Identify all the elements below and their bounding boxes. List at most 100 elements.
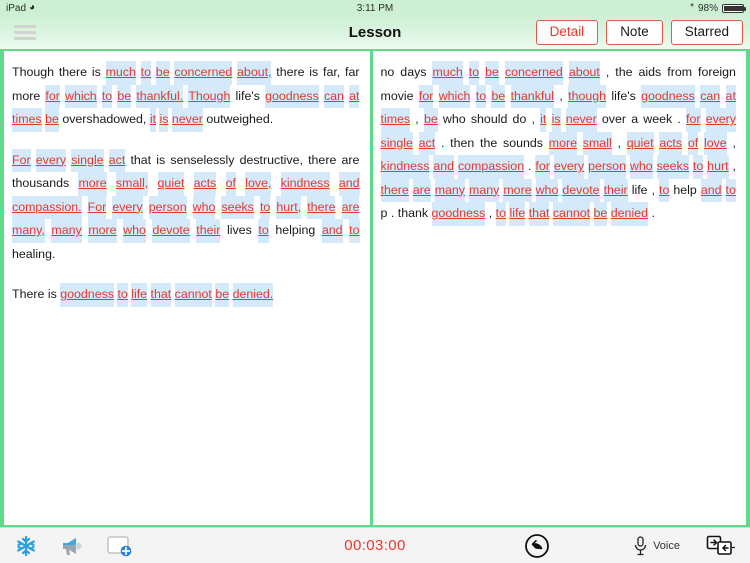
highlighted-word[interactable]: which <box>65 84 97 108</box>
word[interactable]: lives <box>227 219 252 243</box>
highlighted-word[interactable]: every <box>35 148 67 172</box>
megaphone-icon[interactable] <box>60 535 86 557</box>
highlighted-word[interactable]: concerned <box>504 61 563 85</box>
highlighted-word[interactable]: cannot <box>552 202 591 226</box>
highlighted-word[interactable]: kindness <box>280 172 330 196</box>
word[interactable]: , <box>532 108 535 132</box>
highlighted-word[interactable]: it <box>149 108 157 132</box>
highlighted-word[interactable]: who <box>192 195 216 219</box>
highlighted-word[interactable]: is <box>551 108 561 132</box>
word[interactable]: life's <box>611 85 635 109</box>
highlighted-word[interactable]: love <box>703 131 727 155</box>
word[interactable]: is <box>92 61 101 85</box>
highlighted-word[interactable]: act <box>418 131 436 155</box>
highlighted-word[interactable]: there <box>307 195 336 219</box>
highlighted-word[interactable]: devote <box>152 219 190 243</box>
highlighted-word[interactable]: cannot <box>174 283 212 307</box>
highlighted-word[interactable]: to <box>259 195 271 219</box>
word[interactable]: sounds <box>503 132 543 156</box>
word[interactable]: the <box>480 132 497 156</box>
highlighted-word[interactable]: never <box>565 108 597 132</box>
highlighted-word[interactable]: it <box>540 108 547 132</box>
word[interactable]: is <box>48 283 57 307</box>
word[interactable]: far, <box>323 61 340 85</box>
word[interactable]: far <box>345 61 359 85</box>
highlighted-word[interactable]: small <box>582 131 612 155</box>
highlighted-word[interactable]: who <box>629 155 653 179</box>
highlighted-word[interactable]: to <box>117 283 128 307</box>
highlighted-word[interactable]: to <box>140 61 152 85</box>
highlighted-word[interactable]: For <box>12 148 31 172</box>
highlighted-word[interactable]: every <box>705 108 737 132</box>
highlighted-word[interactable]: to <box>659 178 670 202</box>
highlighted-word[interactable]: many, <box>12 219 45 243</box>
highlighted-word[interactable]: is <box>159 108 169 132</box>
highlighted-word[interactable]: more <box>88 219 117 243</box>
word[interactable]: overshadowed, <box>62 108 146 132</box>
highlighted-word[interactable]: compassion. <box>12 195 82 219</box>
word[interactable]: days <box>400 61 426 85</box>
highlighted-word[interactable]: be <box>117 84 132 108</box>
highlighted-word[interactable]: times <box>12 108 42 132</box>
highlighted-word[interactable]: goodness <box>265 84 319 108</box>
highlighted-word[interactable]: Though <box>188 84 231 108</box>
highlighted-word[interactable]: for <box>418 84 434 108</box>
highlighted-word[interactable]: person <box>588 155 626 179</box>
highlighted-word[interactable]: can <box>700 84 721 108</box>
word[interactable]: , <box>732 155 735 179</box>
highlighted-word[interactable]: goodness <box>641 84 695 108</box>
highlighted-word[interactable]: many <box>434 178 466 202</box>
voice-record-button[interactable]: Voice <box>633 535 680 557</box>
highlighted-word[interactable]: can <box>323 84 344 108</box>
word[interactable]: , <box>652 179 655 203</box>
highlighted-word[interactable]: life <box>131 283 148 307</box>
highlighted-word[interactable]: be <box>593 202 608 226</box>
highlighted-word[interactable]: who <box>123 219 146 243</box>
highlighted-word[interactable]: to <box>692 155 704 179</box>
transcription-pane[interactable]: no days much to be concerned about , the… <box>372 51 746 525</box>
highlighted-word[interactable]: act <box>108 148 126 172</box>
word[interactable]: movie <box>381 85 414 109</box>
word[interactable]: is <box>156 149 165 173</box>
highlighted-word[interactable]: small, <box>115 172 149 196</box>
highlighted-word[interactable]: about <box>568 61 600 85</box>
highlighted-word[interactable]: many <box>51 219 82 243</box>
word[interactable]: aids <box>639 61 662 85</box>
word[interactable]: . <box>651 202 654 226</box>
highlighted-word[interactable]: of <box>225 172 236 196</box>
highlighted-word[interactable]: be <box>155 61 170 85</box>
highlighted-word[interactable]: much <box>105 61 136 85</box>
word[interactable]: , <box>415 108 418 132</box>
highlighted-word[interactable]: their <box>603 178 628 202</box>
highlighted-word[interactable]: be <box>215 283 230 307</box>
starred-button[interactable]: Starred <box>670 20 743 45</box>
word[interactable]: . <box>391 202 394 226</box>
word[interactable]: over <box>602 108 626 132</box>
word[interactable]: thank <box>398 202 428 226</box>
highlighted-word[interactable]: many <box>469 178 500 202</box>
highlighted-word[interactable]: compassion <box>457 155 525 179</box>
source-text-pane[interactable]: Though there is much to be concerned abo… <box>4 51 373 525</box>
highlighted-word[interactable]: denied. <box>232 283 274 307</box>
highlighted-word[interactable]: goodness <box>431 202 486 226</box>
highlighted-word[interactable]: for <box>45 84 60 108</box>
word[interactable]: There <box>12 283 44 307</box>
highlighted-word[interactable]: are <box>341 195 360 219</box>
highlighted-word[interactable]: be <box>45 108 59 132</box>
word[interactable]: thousands <box>12 172 69 196</box>
highlighted-word[interactable]: acts <box>659 131 683 155</box>
word[interactable]: outweighed. <box>206 108 273 132</box>
word[interactable]: foreign <box>698 61 736 85</box>
word[interactable]: , <box>559 85 562 109</box>
word[interactable]: helping <box>275 219 315 243</box>
word[interactable]: more <box>12 85 40 109</box>
word[interactable]: , <box>606 61 609 85</box>
highlighted-word[interactable]: acts <box>193 172 217 196</box>
word[interactable]: week <box>643 108 672 132</box>
highlighted-word[interactable]: person <box>148 195 187 219</box>
highlighted-word[interactable]: For <box>87 195 107 219</box>
highlighted-word[interactable]: seeks <box>656 155 689 179</box>
word[interactable]: should <box>471 108 508 132</box>
highlighted-word[interactable]: to <box>468 61 480 85</box>
word[interactable]: healing. <box>12 243 55 267</box>
